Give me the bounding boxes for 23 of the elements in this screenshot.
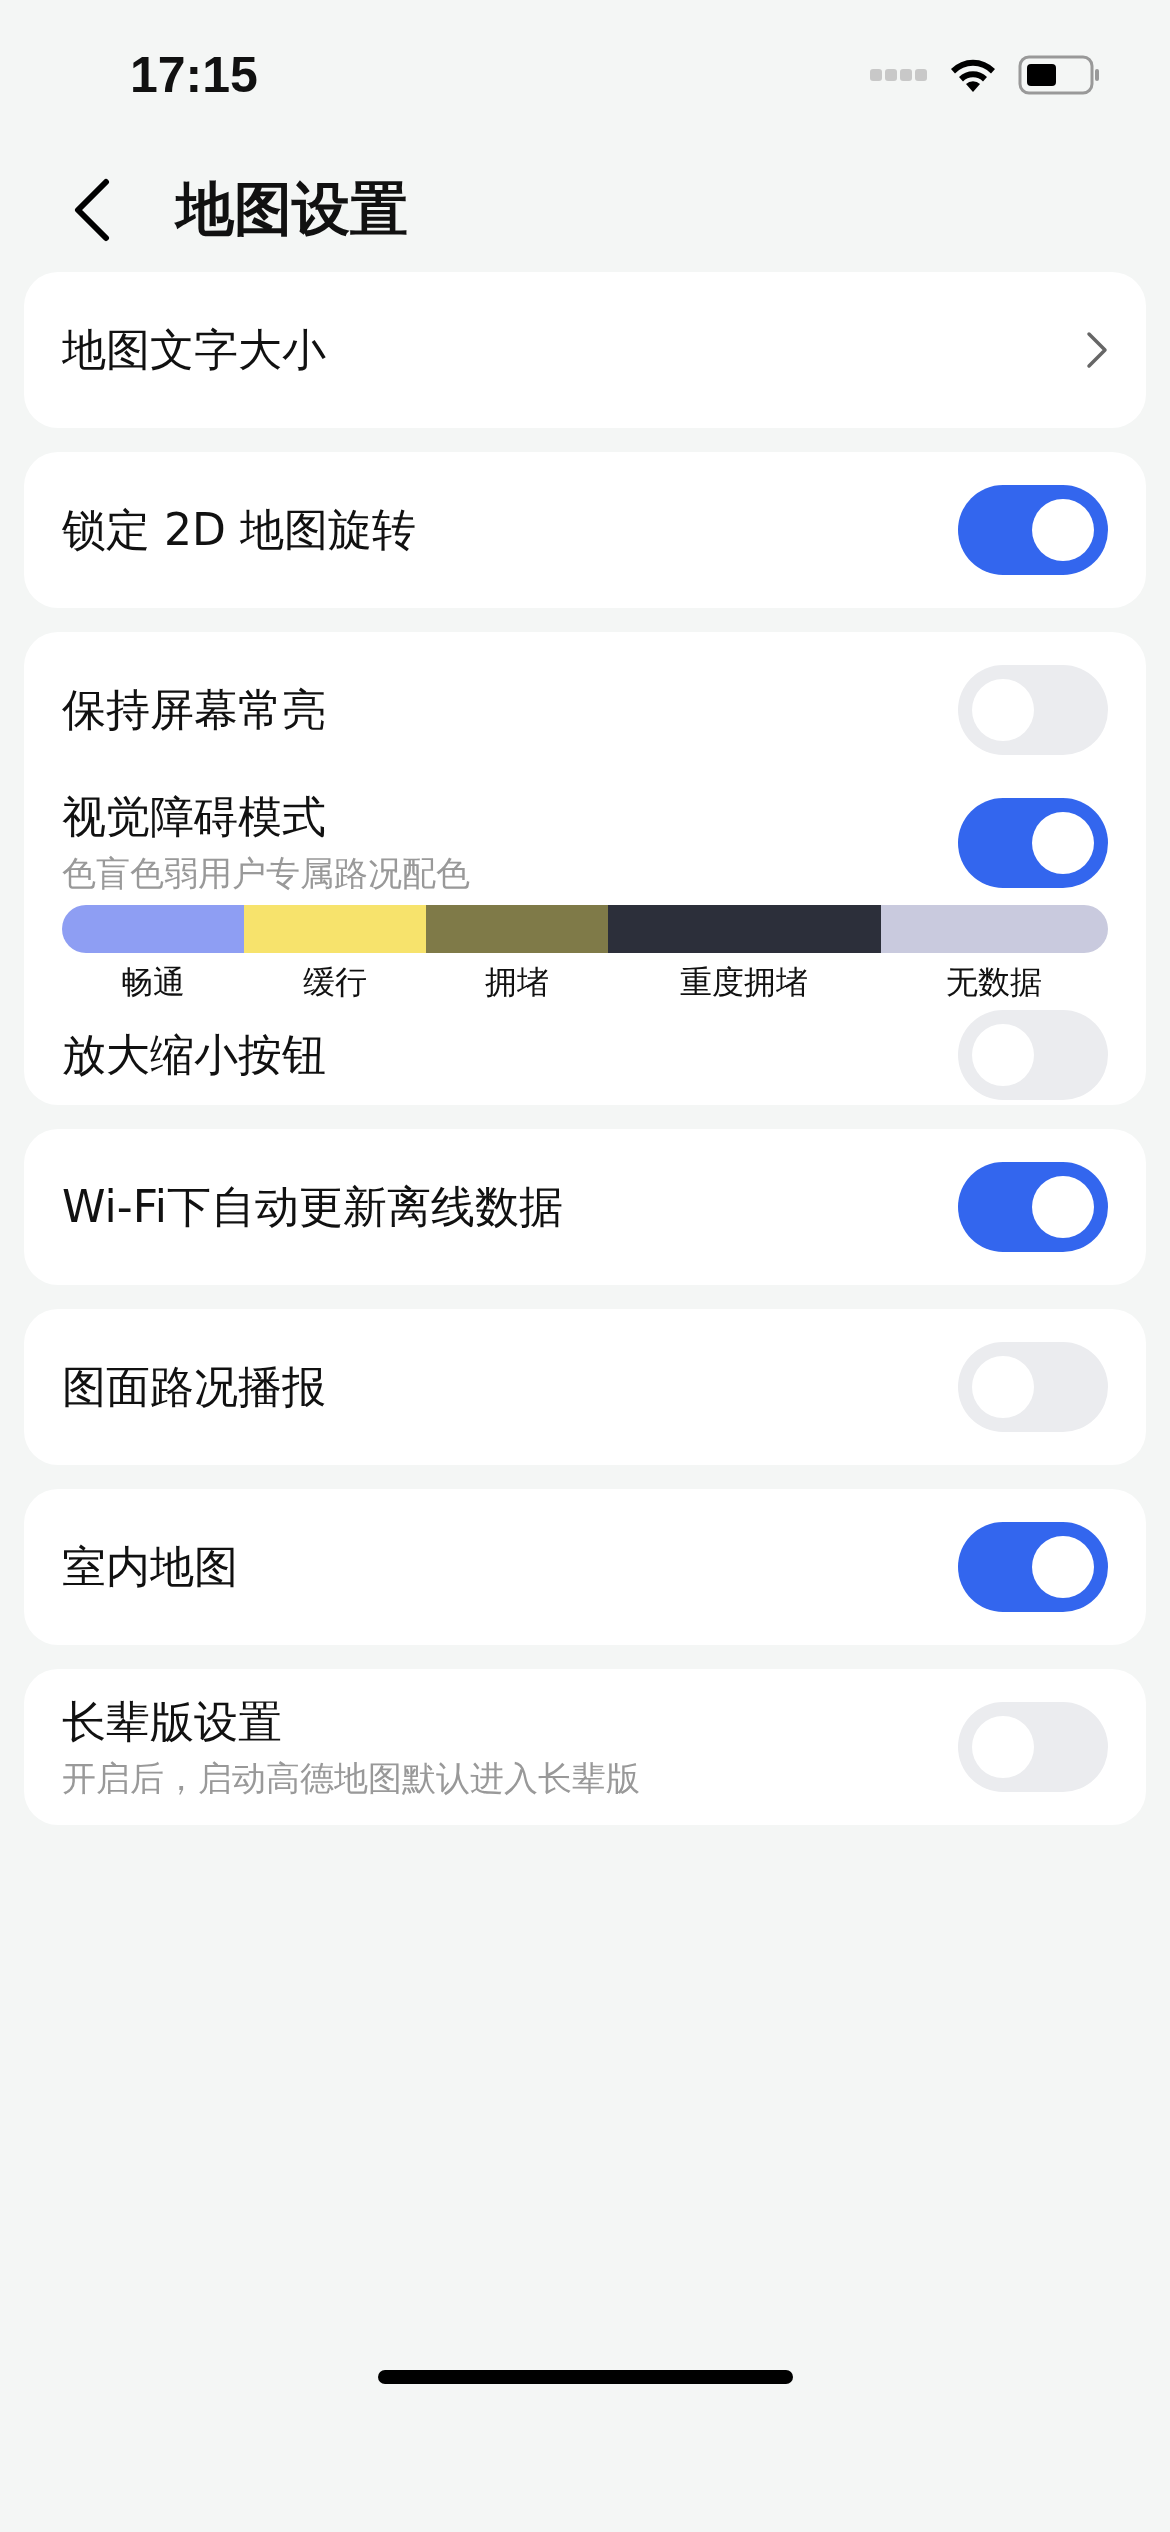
setting-label: 放大缩小按钮 bbox=[62, 1027, 326, 1082]
setting-label: 长辈版设置 bbox=[62, 1694, 283, 1749]
battery-icon bbox=[1018, 55, 1100, 95]
signal-icon bbox=[870, 68, 928, 82]
setting-description: 色盲色弱用户专属路况配色 bbox=[62, 852, 470, 895]
setting-label: 室内地图 bbox=[62, 1539, 238, 1594]
legend-label: 拥堵 bbox=[484, 963, 549, 1001]
setting-description: 开启后，启动高德地图默认进入长辈版 bbox=[62, 1756, 640, 1800]
status-time: 17:15 bbox=[130, 46, 258, 104]
legend-label: 无数据 bbox=[946, 963, 1043, 1001]
setting-label: 锁定 2D 地图旋转 bbox=[62, 502, 416, 557]
back-icon[interactable] bbox=[72, 178, 112, 242]
chevron-right-icon bbox=[1086, 331, 1108, 369]
setting-label: 保持屏幕常亮 bbox=[62, 682, 326, 737]
settings-row[interactable]: 地图文字大小 bbox=[62, 272, 1108, 428]
setting-label: 视觉障碍模式 bbox=[62, 790, 327, 844]
setting-label: 图面路况播报 bbox=[62, 1359, 326, 1414]
legend-label: 畅通 bbox=[120, 963, 185, 1001]
legend-label: 重度拥堵 bbox=[680, 963, 809, 1001]
setting-label: 地图文字大小 bbox=[62, 322, 326, 377]
legend-label: 缓行 bbox=[302, 963, 367, 1001]
page-title: 地图设置 bbox=[176, 174, 408, 245]
setting-label: Wi-Fi下自动更新离线数据 bbox=[62, 1179, 563, 1234]
